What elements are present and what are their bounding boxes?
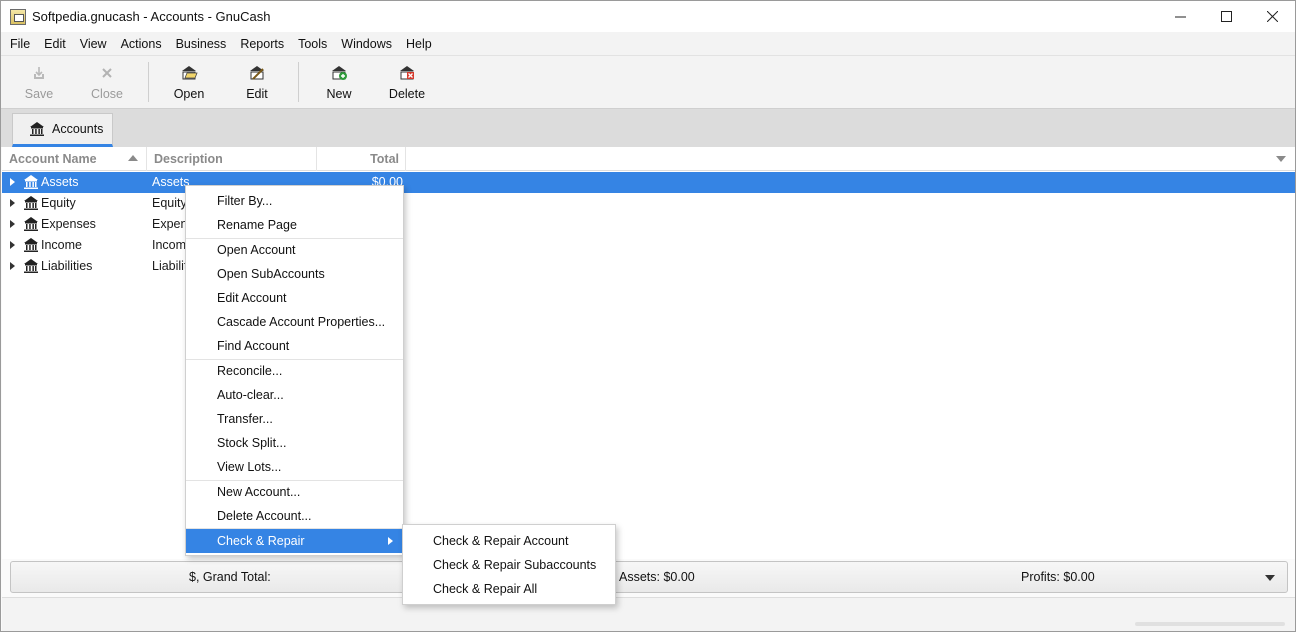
new-button[interactable]: New [306, 56, 372, 108]
submenu-arrow-icon [388, 537, 393, 545]
menu-item-transfer[interactable]: Transfer... [186, 407, 403, 431]
menu-help[interactable]: Help [399, 37, 439, 51]
column-header-label: Account Name [9, 152, 97, 166]
edit-button[interactable]: Edit [224, 56, 290, 108]
menu-file[interactable]: File [3, 37, 37, 51]
account-context-menu: Filter By... Rename Page Open Account Op… [185, 185, 404, 556]
sort-ascending-icon [128, 155, 138, 161]
menu-item-new-account[interactable]: New Account... [186, 480, 403, 504]
edit-account-icon [248, 64, 266, 82]
menu-item-reconcile[interactable]: Reconcile... [186, 359, 403, 383]
menu-item-check-repair-all[interactable]: Check & Repair All [403, 577, 615, 601]
column-header-account-name[interactable]: Account Name [2, 147, 147, 171]
bank-icon [24, 175, 38, 189]
column-header-label: Total [370, 152, 399, 166]
menu-item-check-repair-subaccounts[interactable]: Check & Repair Subaccounts [403, 553, 615, 577]
expand-arrow-icon[interactable] [10, 199, 15, 207]
account-name: Liabilities [41, 259, 93, 273]
minimize-button[interactable] [1157, 1, 1203, 32]
menu-view[interactable]: View [73, 37, 114, 51]
close-icon [98, 64, 116, 82]
save-label: Save [24, 86, 54, 101]
menu-item-rename-page[interactable]: Rename Page [186, 213, 403, 237]
delete-account-icon [398, 64, 416, 82]
menu-item-view-lots[interactable]: View Lots... [186, 455, 403, 479]
account-name: Equity [41, 196, 76, 210]
profits-summary: Profits: $0.00 [1021, 570, 1095, 584]
close-label: Close [91, 86, 123, 101]
assets-summary: Assets: $0.00 [619, 570, 695, 584]
window-title: Softpedia.gnucash - Accounts - GnuCash [32, 9, 271, 24]
account-name: Income [41, 238, 82, 252]
tab-accounts-label: Accounts [52, 122, 104, 136]
delete-button[interactable]: Delete [374, 56, 440, 108]
new-label: New [326, 86, 352, 101]
minimize-icon [1174, 16, 1186, 18]
menu-business[interactable]: Business [169, 37, 234, 51]
toolbar: Save Close Open Edit New Delete [1, 55, 1295, 109]
column-header-total[interactable]: Total [317, 147, 406, 171]
menu-bar: File Edit View Actions Business Reports … [1, 32, 1295, 55]
bank-icon [30, 122, 44, 136]
menu-item-filter-by[interactable]: Filter By... [186, 189, 403, 213]
progress-bar [1135, 622, 1285, 626]
menu-item-stock-split[interactable]: Stock Split... [186, 431, 403, 455]
save-button[interactable]: Save [6, 56, 72, 108]
menu-reports[interactable]: Reports [233, 37, 291, 51]
menu-item-check-repair[interactable]: Check & Repair [186, 529, 403, 553]
toolbar-separator [148, 62, 149, 102]
bank-icon [24, 217, 38, 231]
close-window-button[interactable] [1249, 1, 1295, 32]
menu-item-check-repair-label: Check & Repair [217, 534, 305, 548]
grand-total-label: $, Grand Total: [189, 570, 271, 584]
window-controls [1157, 1, 1295, 32]
expand-arrow-icon[interactable] [10, 178, 15, 186]
delete-label: Delete [388, 86, 426, 101]
account-name: Assets [41, 175, 79, 189]
maximize-icon [1220, 11, 1232, 22]
new-account-icon [330, 64, 348, 82]
column-header-label: Description [154, 152, 223, 166]
expand-arrow-icon[interactable] [10, 262, 15, 270]
save-icon [30, 64, 48, 82]
menu-item-delete-account[interactable]: Delete Account... [186, 504, 403, 528]
account-name: Expenses [41, 217, 96, 231]
status-bar [2, 597, 1295, 631]
column-chooser-icon[interactable] [1276, 156, 1286, 162]
menu-item-check-repair-account[interactable]: Check & Repair Account [403, 529, 615, 553]
close-icon [1266, 11, 1278, 22]
menu-windows[interactable]: Windows [334, 37, 399, 51]
summary-bar[interactable]: $, Grand Total: Assets: $0.00 Profits: $… [10, 561, 1288, 593]
menu-item-open-subaccounts[interactable]: Open SubAccounts [186, 262, 403, 286]
toolbar-separator [298, 62, 299, 102]
open-label: Open [173, 86, 205, 101]
close-button[interactable]: Close [74, 56, 140, 108]
gnucash-app-icon [10, 8, 26, 25]
menu-item-find-account[interactable]: Find Account [186, 334, 403, 358]
menu-tools[interactable]: Tools [291, 37, 334, 51]
check-repair-submenu: Check & Repair Account Check & Repair Su… [402, 524, 616, 605]
maximize-button[interactable] [1203, 1, 1249, 32]
expand-arrow-icon[interactable] [10, 241, 15, 249]
column-header-description[interactable]: Description [147, 147, 317, 171]
edit-label: Edit [246, 86, 268, 101]
menu-edit[interactable]: Edit [37, 37, 73, 51]
open-account-icon [180, 64, 198, 82]
menu-item-edit-account[interactable]: Edit Account [186, 286, 403, 310]
menu-item-open-account[interactable]: Open Account [186, 238, 403, 262]
expand-arrow-icon[interactable] [10, 220, 15, 228]
open-button[interactable]: Open [156, 56, 222, 108]
menu-item-cascade-properties[interactable]: Cascade Account Properties... [186, 310, 403, 334]
menu-actions[interactable]: Actions [114, 37, 169, 51]
bank-icon [24, 259, 38, 273]
title-bar: Softpedia.gnucash - Accounts - GnuCash [1, 1, 1295, 32]
bank-icon [24, 196, 38, 210]
tab-accounts[interactable]: Accounts [12, 113, 113, 147]
tab-strip: Accounts [1, 109, 1295, 147]
summary-dropdown-icon[interactable] [1265, 575, 1275, 581]
tree-header: Account Name Description Total [2, 147, 1295, 171]
menu-item-auto-clear[interactable]: Auto-clear... [186, 383, 403, 407]
bank-icon [24, 238, 38, 252]
